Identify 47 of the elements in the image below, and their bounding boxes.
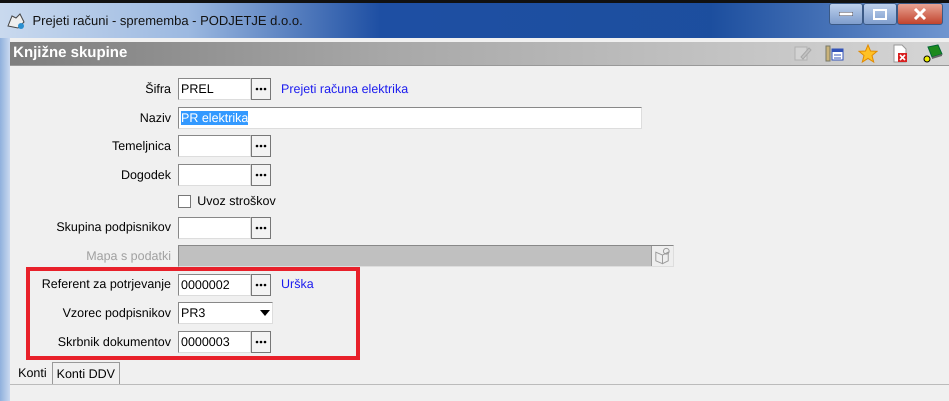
close-button[interactable] <box>896 3 943 25</box>
ellipsis-button[interactable] <box>251 216 271 239</box>
checkbox[interactable] <box>178 194 191 208</box>
ellipsis-icon <box>255 340 267 344</box>
maximize-icon <box>872 8 887 20</box>
ellipsis-button[interactable] <box>251 331 271 354</box>
link[interactable]: Urška <box>281 275 314 294</box>
ellipsis-button[interactable] <box>251 135 271 158</box>
field-label: Skrbnik dokumentov <box>56 334 172 351</box>
minimize-button[interactable] <box>828 3 863 25</box>
ellipsis-icon <box>255 173 267 178</box>
field-label: Dogodek <box>120 166 172 184</box>
input-field[interactable]: 0000003 <box>178 331 251 354</box>
input-field[interactable]: PREL <box>178 78 251 100</box>
checkbox-label: Uvoz stroškov <box>197 193 276 210</box>
field-label: Šifra <box>144 80 172 98</box>
field-label: Naziv <box>138 110 172 127</box>
ellipsis-button[interactable] <box>251 164 271 186</box>
tab[interactable]: Konti <box>13 362 52 384</box>
input-field[interactable] <box>178 135 251 158</box>
help-book-icon[interactable] <box>922 44 943 64</box>
app-icon <box>6 12 26 30</box>
window-title: Prejeti računi - sprememba - PODJETJE d.o.o. <box>32 12 303 30</box>
field-label: Referent za potrjevanje <box>40 276 172 294</box>
close-icon <box>912 8 927 20</box>
ellipsis-icon <box>255 144 267 148</box>
maximize-button[interactable] <box>862 3 897 25</box>
star-icon[interactable] <box>858 44 878 64</box>
field-label: Mapa s podatki <box>85 248 172 265</box>
ellipsis-button[interactable] <box>251 274 271 296</box>
field-label: Skupina podpisnikov <box>55 219 172 236</box>
ellipsis-button[interactable] <box>251 78 271 100</box>
field-label: Temeljnica <box>110 138 172 156</box>
input-field[interactable] <box>178 216 251 239</box>
link[interactable]: Prejeti računa elektrika <box>281 80 408 99</box>
input-field[interactable] <box>178 164 251 186</box>
ellipsis-icon <box>255 87 267 92</box>
tab[interactable]: Konti DDV <box>52 362 120 384</box>
panel-title: Knjižne skupine <box>13 43 128 64</box>
field-label: Vzorec podpisnikov <box>62 305 172 322</box>
ellipsis-icon <box>255 226 267 230</box>
caret-icon <box>260 310 270 316</box>
minimize-icon <box>838 12 853 16</box>
input-field[interactable]: 0000002 <box>178 274 251 296</box>
dropdown[interactable]: PR3 <box>178 302 273 324</box>
ellipsis-icon <box>255 282 267 287</box>
columns-icon[interactable] <box>825 44 846 64</box>
